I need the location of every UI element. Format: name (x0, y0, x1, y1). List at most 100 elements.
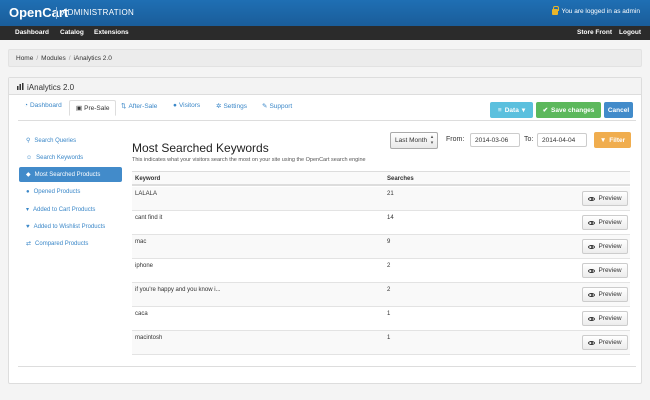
top-header: OpenCart ADMINISTRATION You are logged i… (0, 0, 650, 26)
login-status: You are logged in as admin (552, 5, 640, 15)
breadcrumb: Home / Modules / iAnalytics 2.0 (8, 49, 642, 67)
tab-after-sale[interactable]: ⇅ After-Sale (121, 102, 157, 111)
keyword-cell: if you're happy and you know i... (135, 287, 221, 293)
briefcase-icon: ▣ (76, 105, 83, 112)
dashboard-icon: ◔ (24, 102, 28, 109)
sidebar-item-added-to-cart[interactable]: ▾ Added to Cart Products (19, 202, 122, 217)
tab-support[interactable]: ✎ Support (262, 102, 293, 111)
preview-button[interactable]: Preview (582, 263, 628, 278)
table-row: if you're happy and you know i... 2 Prev… (132, 283, 630, 307)
tab-dashboard[interactable]: ◔ Dashboard (24, 102, 62, 109)
breadcrumb-modules[interactable]: Modules (41, 55, 66, 62)
database-icon: ≡ (497, 106, 502, 114)
breadcrumb-current[interactable]: iAnalytics 2.0 (74, 55, 112, 62)
page-title: Most Searched Keywords (132, 141, 269, 155)
login-status-text: You are logged in as admin (561, 8, 640, 15)
heart-icon: ♥ (26, 223, 30, 230)
column-keyword: Keyword (135, 176, 161, 182)
preview-button[interactable]: Preview (582, 239, 628, 254)
lock-icon (552, 5, 560, 15)
sidebar-item-label: Most Searched Products (34, 171, 101, 178)
preview-button[interactable]: Preview (582, 335, 628, 350)
wrench-icon: ✎ (262, 103, 268, 110)
tag-icon: ◆ (26, 172, 31, 178)
save-changes-button[interactable]: ✔ Save changes (536, 102, 601, 118)
table-header: Keyword Searches (132, 171, 630, 186)
tab-label: Pre-Sale (84, 104, 110, 112)
admin-label: ADMINISTRATION (62, 8, 135, 17)
table-row: macintosh 1 Preview (132, 331, 630, 355)
searches-cell: 1 (387, 311, 391, 317)
sidebar-item-search-queries[interactable]: ⚲ Search Queries (19, 133, 122, 148)
column-searches: Searches (387, 176, 414, 182)
searches-cell: 1 (387, 335, 391, 341)
searches-cell: 2 (387, 287, 391, 293)
main-nav: Dashboard Catalog Extensions Store Front… (0, 26, 650, 40)
user-icon: ● (173, 102, 177, 109)
sidebar-item-label: Compared Products (35, 240, 89, 247)
table-row: iphone 2 Preview (132, 259, 630, 283)
sidebar-item-label: Search Queries (34, 137, 77, 144)
tab-visitors[interactable]: ● Visitors (173, 102, 200, 109)
table-row: caca 1 Preview (132, 307, 630, 331)
preview-label: Preview (598, 339, 622, 346)
keyword-cell: caca (135, 311, 148, 317)
panel-footer-divider (18, 366, 636, 367)
tab-pre-sale[interactable]: ▣ Pre-Sale (69, 100, 117, 116)
preview-label: Preview (598, 219, 622, 226)
nav-store-front[interactable]: Store Front (577, 29, 612, 36)
data-button-label: Data (504, 106, 519, 114)
user-icon: ☺ (26, 154, 33, 161)
panel-header: iAnalytics 2.0 (9, 78, 641, 95)
sidebar-item-search-keywords[interactable]: ☺ Search Keywords (19, 150, 122, 165)
preview-label: Preview (598, 315, 622, 322)
random-icon: ⇄ (26, 241, 32, 247)
page-description: This indicates what your visitors search… (132, 157, 366, 163)
keyword-cell: macintosh (135, 335, 163, 341)
to-date-input[interactable]: 2014-04-04 (537, 133, 587, 147)
eye-icon (588, 340, 596, 345)
preview-button[interactable]: Preview (582, 191, 628, 206)
eye-icon (588, 220, 596, 225)
gears-icon: ✲ (216, 103, 222, 110)
table-row: LALALA 21 Preview (132, 187, 630, 211)
panel-title: iAnalytics 2.0 (27, 83, 75, 92)
cancel-button[interactable]: Cancel (604, 102, 633, 118)
nav-logout[interactable]: Logout (619, 29, 641, 36)
eye-icon (588, 268, 596, 273)
caret-down-icon: ▾ (521, 107, 526, 114)
preview-button[interactable]: Preview (582, 215, 628, 230)
searches-cell: 2 (387, 263, 391, 269)
tabs-divider (18, 120, 636, 121)
sidebar-item-most-searched-products[interactable]: ◆ Most Searched Products (19, 167, 122, 182)
tab-settings[interactable]: ✲ Settings (216, 102, 247, 111)
cart-icon: ▾ (26, 207, 30, 213)
tab-label: Support (269, 102, 293, 110)
keyword-cell: cant find it (135, 215, 163, 221)
sidebar-item-opened-products[interactable]: ● Opened Products (19, 184, 122, 199)
preview-label: Preview (598, 291, 622, 298)
breadcrumb-home[interactable]: Home (16, 55, 33, 62)
nav-extensions[interactable]: Extensions (94, 29, 129, 36)
save-button-label: Save changes (551, 106, 595, 114)
table-row: cant find it 14 Preview (132, 211, 630, 235)
data-dropdown-button[interactable]: ≡ Data ▾ (490, 102, 533, 118)
sidebar-item-compared-products[interactable]: ⇄ Compared Products (19, 236, 122, 251)
filter-button[interactable]: ▼ Filter (594, 132, 631, 148)
brand-logo[interactable]: OpenCart (9, 5, 68, 20)
bar-chart-icon (17, 83, 24, 90)
preview-button[interactable]: Preview (582, 287, 628, 302)
from-date-input[interactable]: 2014-03-06 (470, 133, 520, 147)
nav-catalog[interactable]: Catalog (60, 29, 84, 36)
keyword-cell: mac (135, 239, 147, 245)
eye-icon (588, 244, 596, 249)
preview-label: Preview (598, 267, 622, 274)
date-range-select[interactable]: Last Month (390, 132, 438, 149)
sidebar-item-added-to-wishlist[interactable]: ♥ Added to Wishlist Products (19, 219, 122, 234)
nav-dashboard[interactable]: Dashboard (15, 29, 49, 36)
tab-label: Dashboard (29, 102, 62, 109)
preview-label: Preview (598, 243, 622, 250)
preview-button[interactable]: Preview (582, 311, 628, 326)
sidebar-item-label: Added to Wishlist Products (33, 223, 106, 230)
table-row: mac 9 Preview (132, 235, 630, 259)
